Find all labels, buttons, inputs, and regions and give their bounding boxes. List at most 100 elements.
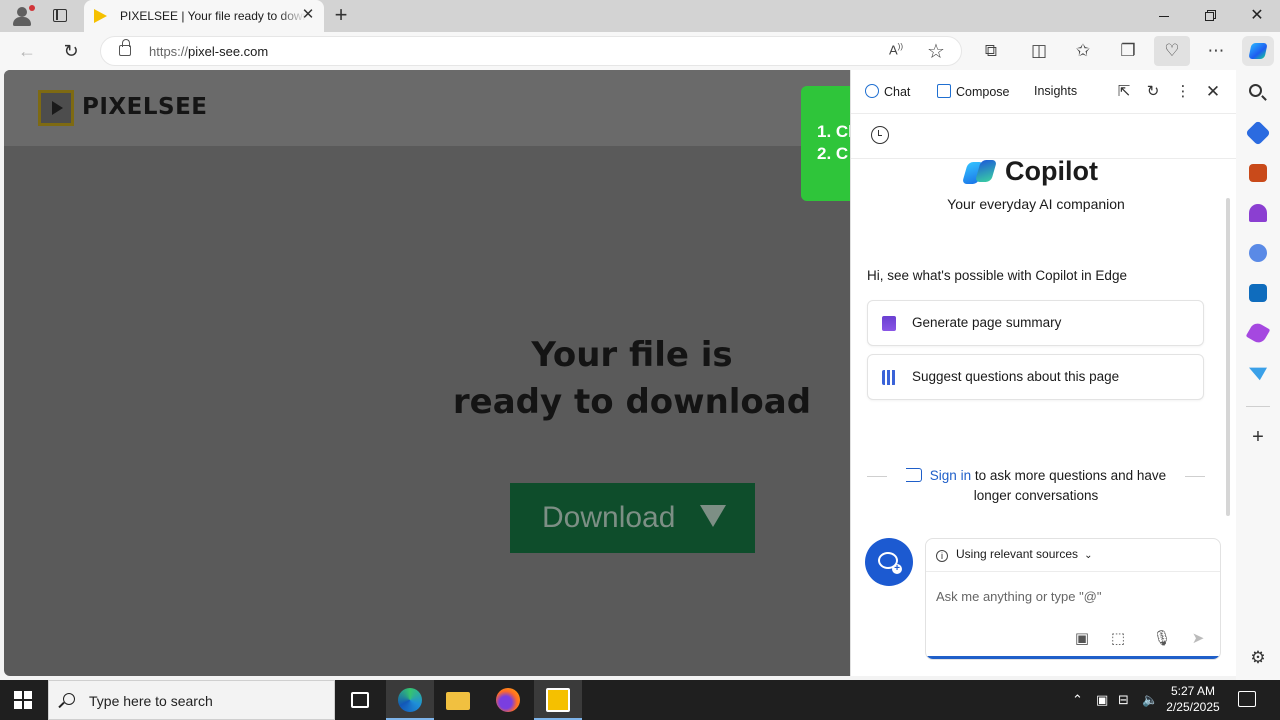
add-image-icon[interactable]: ▣: [1072, 629, 1092, 647]
tab-close-icon[interactable]: ✕: [300, 7, 316, 23]
divider: [867, 476, 887, 477]
play-app-icon: [546, 688, 570, 712]
volume-icon[interactable]: 🔈: [1142, 692, 1158, 708]
hero-line-2: ready to download: [452, 382, 812, 422]
taskbar-file-explorer[interactable]: [434, 680, 482, 720]
copilot-header: Chat Compose Insights ⇱ ↻ ⋮ ✕: [851, 70, 1237, 114]
favorite-star-icon[interactable]: ☆: [927, 39, 945, 64]
microphone-icon[interactable]: 🎙: [1152, 629, 1172, 647]
split-screen-icon[interactable]: ◫: [1027, 40, 1051, 62]
microsoft-365-icon[interactable]: [1249, 244, 1267, 262]
windows-start-icon[interactable]: [14, 691, 32, 709]
signin-line-2: longer conversations: [973, 488, 1099, 503]
back-arrow-icon[interactable]: ←: [14, 39, 40, 63]
profile-icon[interactable]: [8, 4, 36, 28]
taskbar-search[interactable]: Type here to search: [48, 680, 335, 720]
refresh-chat-icon[interactable]: ↻: [1143, 82, 1163, 102]
designer-icon[interactable]: [1245, 320, 1271, 346]
taskbar-pixelsee-app[interactable]: [534, 680, 582, 720]
tab-strip: PIXELSEE | Your file ready to download ✕…: [0, 0, 1280, 32]
tab-chat[interactable]: Chat: [865, 84, 910, 99]
new-tab-button[interactable]: +: [330, 4, 352, 27]
divider: [1185, 476, 1205, 477]
read-aloud-icon[interactable]: A)): [889, 42, 903, 57]
screenshot-icon[interactable]: ⬚: [1108, 629, 1128, 647]
collections-icon[interactable]: ❐: [1116, 40, 1140, 62]
sources-dropdown[interactable]: i Using relevant sources ⌄: [936, 547, 1092, 562]
hero-heading: Your file is ready to download: [432, 332, 832, 426]
folder-icon: [446, 692, 470, 710]
suggestion-questions[interactable]: Suggest questions about this page: [867, 354, 1204, 400]
chat-icon: [865, 84, 879, 98]
task-view-button[interactable]: [336, 680, 384, 720]
close-window-button[interactable]: ✕: [1234, 0, 1280, 32]
history-icon[interactable]: [871, 126, 889, 144]
tray-chevron-icon[interactable]: ⌃: [1072, 692, 1083, 708]
browser-essentials-icon[interactable]: ♡: [1154, 36, 1190, 66]
copilot-hint: Hi, see what's possible with Copilot in …: [867, 268, 1127, 283]
tab-pixelsee[interactable]: PIXELSEE | Your file ready to download ✕: [84, 0, 324, 32]
url-text[interactable]: https://pixel-see.com: [149, 44, 268, 59]
logo-play-icon[interactable]: [38, 90, 74, 126]
send-icon[interactable]: ➤: [1188, 629, 1208, 647]
taskbar-edge[interactable]: [386, 680, 434, 720]
search-icon[interactable]: [1249, 84, 1262, 97]
minimize-button[interactable]: [1141, 0, 1187, 32]
chat-input[interactable]: [936, 589, 1206, 604]
suggestion-page-summary[interactable]: Generate page summary: [867, 300, 1204, 346]
send-tab-icon[interactable]: [1249, 367, 1267, 381]
extensions-icon[interactable]: ⧉: [979, 40, 1003, 62]
signin-icon: [905, 468, 922, 482]
tools-briefcase-icon[interactable]: [1249, 164, 1267, 182]
refresh-icon[interactable]: ↻: [58, 39, 84, 63]
play-favicon-icon: [94, 9, 107, 23]
green-ad-banner[interactable]: 1. Cl 2. C: [801, 86, 850, 201]
edge-icon: [398, 688, 422, 712]
copilot-icon: [1248, 43, 1268, 59]
signin-link[interactable]: Sign in: [930, 468, 971, 483]
taskbar-search-placeholder: Type here to search: [89, 693, 213, 709]
notifications-icon[interactable]: [1238, 691, 1256, 707]
tab-title: PIXELSEE | Your file ready to download: [120, 9, 306, 23]
games-icon[interactable]: [1249, 204, 1267, 222]
taskbar-firefox[interactable]: [484, 680, 532, 720]
download-arrow-icon: [700, 505, 726, 527]
restore-button[interactable]: [1187, 0, 1233, 32]
divider: [1246, 406, 1270, 407]
edge-sidebar-rail: + ⚙: [1236, 70, 1280, 680]
compose-icon: [937, 84, 951, 98]
more-options-icon[interactable]: ⋮: [1173, 82, 1193, 102]
close-pane-icon[interactable]: ✕: [1203, 82, 1223, 102]
shopping-tag-icon[interactable]: [1245, 120, 1271, 146]
open-in-new-icon[interactable]: ⇱: [1114, 82, 1134, 102]
address-bar[interactable]: https://pixel-see.com A)) ☆: [100, 36, 962, 66]
hero-line-1: Your file is: [531, 335, 733, 375]
site-logo-text[interactable]: PIXELSEE: [82, 94, 208, 120]
copilot-toggle-button[interactable]: [1242, 36, 1274, 66]
copilot-sidebar: Chat Compose Insights ⇱ ↻ ⋮ ✕ Copilot Yo…: [850, 70, 1237, 676]
chat-composer: iUsing relevant sources⌄ ▣ ⬚ 🎙 ➤: [925, 538, 1221, 660]
network-icon[interactable]: ⊟: [1118, 692, 1129, 708]
ad-line-2: 2. C: [817, 144, 849, 163]
favorites-icon[interactable]: ✩: [1071, 40, 1095, 62]
clock[interactable]: 5:27 AM 2/25/2025: [1160, 683, 1226, 715]
clock-date: 2/25/2025: [1166, 700, 1220, 714]
add-sidebar-icon[interactable]: +: [1248, 426, 1268, 449]
tray-device-icon[interactable]: ▣: [1096, 692, 1108, 708]
summary-icon: [882, 316, 896, 331]
download-button[interactable]: Download: [510, 483, 755, 553]
pane-scrollbar[interactable]: [1226, 198, 1230, 516]
tab-insights[interactable]: Insights: [1034, 84, 1077, 98]
more-menu-icon[interactable]: ⋯: [1204, 40, 1228, 62]
settings-gear-icon[interactable]: ⚙: [1248, 648, 1268, 668]
download-label: Download: [542, 501, 676, 534]
copilot-subtitle: Your everyday AI companion: [947, 196, 1125, 212]
new-topic-button[interactable]: +: [865, 538, 913, 586]
suggestion-label: Suggest questions about this page: [912, 369, 1120, 384]
tab-actions-icon[interactable]: [46, 6, 74, 26]
copilot-title: Copilot: [1005, 156, 1098, 186]
tab-compose[interactable]: Compose: [937, 84, 1010, 99]
lock-icon[interactable]: [119, 39, 131, 56]
suggestion-label: Generate page summary: [912, 315, 1062, 330]
outlook-icon[interactable]: [1249, 284, 1267, 302]
